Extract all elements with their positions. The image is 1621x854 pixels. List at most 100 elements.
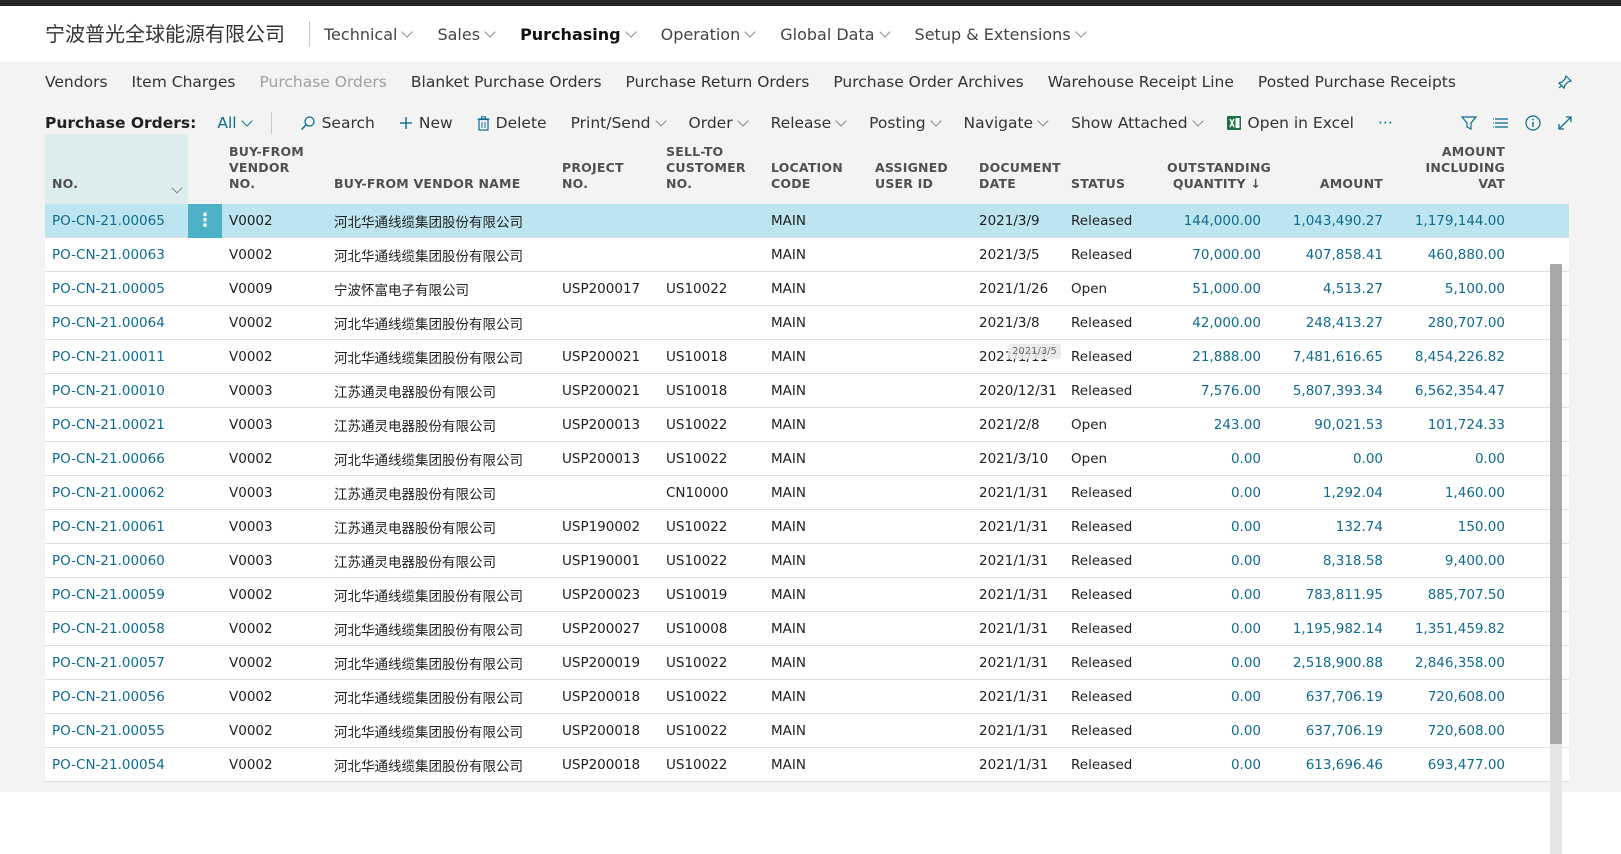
print-send-menu[interactable]: Print/Send [571,114,667,132]
table-row[interactable]: PO-CN-21.00059 V0002 河北华通线缆集团股份有限公司 USP2000… [45,578,1569,612]
row-menu[interactable] [188,544,222,578]
column-header-outstanding-qty[interactable]: Outstanding Quantity ↓ [1160,160,1271,204]
order-menu[interactable]: Order [689,114,749,132]
cell-outstanding-qty[interactable]: 0.00 [1160,485,1268,501]
open-in-excel-button[interactable]: Open in Excel [1226,114,1354,132]
cell-no[interactable]: PO-CN-21.00060 [45,553,188,569]
cell-amount[interactable]: 1,043,490.27 [1268,213,1390,229]
table-row[interactable]: PO-CN-21.00057 V0002 河北华通线缆集团股份有限公司 USP2000… [45,646,1569,680]
cell-outstanding-qty[interactable]: 0.00 [1160,723,1268,739]
cell-no[interactable]: PO-CN-21.00061 [45,519,188,535]
column-header-vendor-name[interactable]: Buy-from Vendor Name [327,176,555,204]
cell-amount-incl-vat[interactable]: 1,460.00 [1390,485,1512,501]
cell-amount[interactable]: 132.74 [1268,519,1390,535]
table-row[interactable]: PO-CN-21.00021 V0003 江苏通灵电器股份有限公司 USP200013… [45,408,1569,442]
main-nav-item[interactable]: Technical [324,25,414,44]
row-menu[interactable] [188,476,222,510]
cell-amount[interactable]: 637,706.19 [1268,689,1390,705]
main-nav-item[interactable]: Operation [661,25,756,44]
cell-outstanding-qty[interactable]: 0.00 [1160,621,1268,637]
table-row[interactable]: PO-CN-21.00061 V0003 江苏通灵电器股份有限公司 USP190002… [45,510,1569,544]
cell-no[interactable]: PO-CN-21.00005 [45,281,188,297]
cell-outstanding-qty[interactable]: 21,888.00 [1160,349,1268,365]
cell-amount-incl-vat[interactable]: 720,608.00 [1390,689,1512,705]
row-menu[interactable]: ⋮ [188,203,222,238]
posting-menu[interactable]: Posting [869,114,942,132]
table-row[interactable]: PO-CN-21.00010 V0003 江苏通灵电器股份有限公司 USP200021… [45,374,1569,408]
table-row[interactable]: PO-CN-21.00064 V0002 河北华通线缆集团股份有限公司 MAIN 202… [45,306,1569,340]
main-nav-item[interactable]: Global Data [780,25,891,44]
collapse-pin-icon[interactable] [1557,74,1573,90]
row-menu[interactable] [188,272,222,306]
cell-no[interactable]: PO-CN-21.00055 [45,723,188,739]
column-header-vendor-no[interactable]: Buy-from Vendor No. [222,144,327,204]
cell-amount-incl-vat[interactable]: 1,179,144.00 [1390,213,1512,229]
cell-amount-incl-vat[interactable]: 0.00 [1390,451,1512,467]
cell-amount-incl-vat[interactable]: 693,477.00 [1390,757,1512,773]
cell-amount[interactable]: 5,807,393.34 [1268,383,1390,399]
cell-amount-incl-vat[interactable]: 280,707.00 [1390,315,1512,331]
column-header-amount[interactable]: Amount [1268,176,1390,204]
cell-amount[interactable]: 2,518,900.88 [1268,655,1390,671]
row-menu[interactable] [188,306,222,340]
table-row[interactable]: PO-CN-21.00011 V0002 河北华通线缆集团股份有限公司 USP2000… [45,340,1569,374]
cell-no[interactable]: PO-CN-21.00065 [45,213,188,229]
cell-no[interactable]: PO-CN-21.00054 [45,757,188,773]
cell-amount-incl-vat[interactable]: 720,608.00 [1390,723,1512,739]
cell-amount[interactable]: 8,318.58 [1268,553,1390,569]
row-menu[interactable] [188,374,222,408]
cell-outstanding-qty[interactable]: 144,000.00 [1160,213,1268,229]
release-menu[interactable]: Release [771,114,847,132]
column-header-location[interactable]: Location Code [764,160,868,204]
row-menu[interactable] [188,408,222,442]
cell-no[interactable]: PO-CN-21.00066 [45,451,188,467]
cell-outstanding-qty[interactable]: 0.00 [1160,655,1268,671]
filter-icon[interactable] [1459,113,1479,133]
view-selector[interactable]: All [217,114,253,132]
nav-link[interactable]: Purchase Orders [259,73,386,91]
expand-icon[interactable] [1555,113,1575,133]
cell-outstanding-qty[interactable]: 7,576.00 [1160,383,1268,399]
row-menu[interactable] [188,238,222,272]
show-attached-menu[interactable]: Show Attached [1071,114,1204,132]
cell-amount[interactable]: 4,513.27 [1268,281,1390,297]
nav-link[interactable]: Posted Purchase Receipts [1258,73,1456,91]
cell-outstanding-qty[interactable]: 0.00 [1160,757,1268,773]
table-row[interactable]: PO-CN-21.00065 ⋮ V0002 河北华通线缆集团股份有限公司 MAIN 20… [45,203,1569,238]
nav-link[interactable]: Warehouse Receipt Line [1048,73,1234,91]
row-menu[interactable] [188,680,222,714]
cell-no[interactable]: PO-CN-21.00058 [45,621,188,637]
column-header-document-date[interactable]: Document Date [972,160,1064,204]
cell-outstanding-qty[interactable]: 243.00 [1160,417,1268,433]
cell-amount-incl-vat[interactable]: 460,880.00 [1390,247,1512,263]
table-row[interactable]: PO-CN-21.00005 V0009 宁波怀富电子有限公司 USP200017 US… [45,272,1569,306]
cell-no[interactable]: PO-CN-21.00011 [45,349,188,365]
column-header-sell-to[interactable]: Sell-to Customer No. [659,144,764,204]
cell-outstanding-qty[interactable]: 0.00 [1160,519,1268,535]
row-menu[interactable] [188,578,222,612]
cell-no[interactable]: PO-CN-21.00057 [45,655,188,671]
cell-amount-incl-vat[interactable]: 885,707.50 [1390,587,1512,603]
cell-no[interactable]: PO-CN-21.00010 [45,383,188,399]
list-view-icon[interactable] [1491,113,1511,133]
cell-amount[interactable]: 7,481,616.65 [1268,349,1390,365]
nav-link[interactable]: Purchase Order Archives [833,73,1023,91]
row-menu[interactable] [188,442,222,476]
company-name[interactable]: 宁波普光全球能源有限公司 [45,21,310,47]
main-nav-item[interactable]: Setup & Extensions [915,25,1087,44]
table-row[interactable]: PO-CN-21.00058 V0002 河北华通线缆集团股份有限公司 USP2000… [45,612,1569,646]
column-header-status[interactable]: Status [1064,176,1160,204]
row-menu[interactable] [188,510,222,544]
cell-amount[interactable]: 248,413.27 [1268,315,1390,331]
more-options-button[interactable]: ··· [1378,114,1393,132]
column-header-assigned-user[interactable]: Assigned User ID [868,160,972,204]
nav-link[interactable]: Vendors [45,73,108,91]
row-menu[interactable] [188,748,222,782]
cell-no[interactable]: PO-CN-21.00059 [45,587,188,603]
cell-outstanding-qty[interactable]: 42,000.00 [1160,315,1268,331]
cell-outstanding-qty[interactable]: 0.00 [1160,451,1268,467]
main-nav-item[interactable]: Purchasing [520,25,637,44]
row-menu[interactable] [188,340,222,374]
cell-amount-incl-vat[interactable]: 6,562,354.47 [1390,383,1512,399]
search-button[interactable]: Search [300,114,375,132]
